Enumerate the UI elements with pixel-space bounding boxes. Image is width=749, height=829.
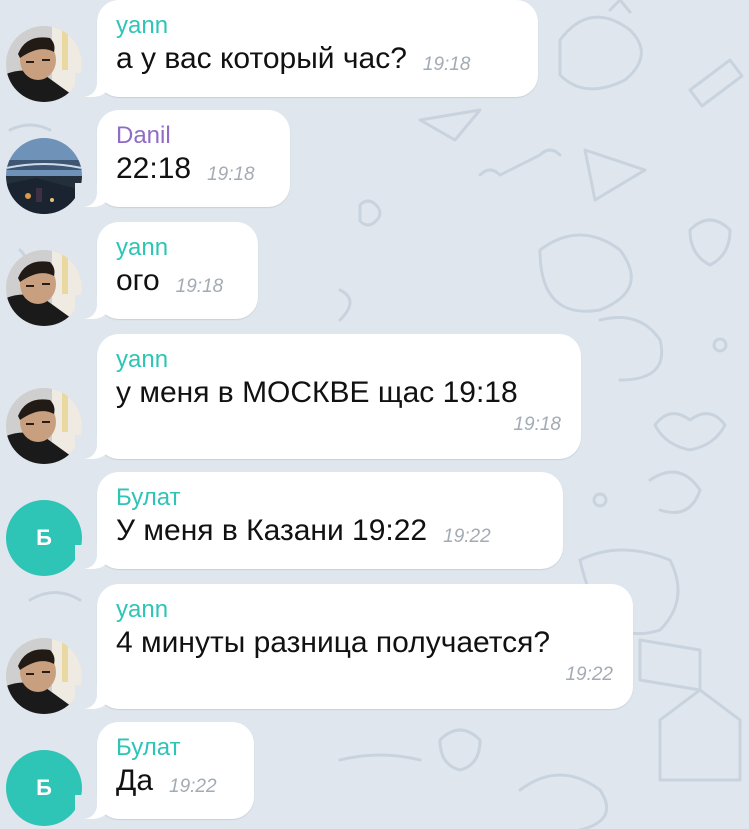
avatar-yann[interactable] xyxy=(6,638,82,714)
message-time: 19:18 xyxy=(513,414,561,435)
avatar-photo-icon xyxy=(6,138,82,214)
avatar-yann[interactable] xyxy=(6,388,82,464)
message-text: Да xyxy=(116,764,154,797)
sender-name[interactable]: Булат xyxy=(116,734,234,762)
sender-name[interactable]: yann xyxy=(116,596,613,624)
message-bubble[interactable]: Булат У меня в Казани 19:22 19:22 xyxy=(75,472,563,569)
message-time: 19:22 xyxy=(443,526,491,547)
message-bubble[interactable]: yann ого 19:18 xyxy=(75,222,258,319)
avatar-photo-icon xyxy=(6,388,82,464)
message-time: 19:22 xyxy=(565,664,613,685)
sender-name[interactable]: yann xyxy=(116,346,561,374)
message-text: 22:18 xyxy=(116,152,192,185)
sender-name[interactable]: yann xyxy=(116,234,238,262)
message-bubble[interactable]: yann 4 минуты разница получается? 19:22 xyxy=(75,584,633,709)
message-time: 19:18 xyxy=(422,54,471,75)
message-text: а у вас который час? xyxy=(116,42,407,75)
message-bubble[interactable]: Булат Да 19:22 xyxy=(75,722,254,819)
message-list[interactable]: yann а у вас который час? 19:18 Danil 22… xyxy=(0,0,749,829)
avatar-bulat[interactable]: Б xyxy=(6,750,82,826)
message-time: 19:18 xyxy=(207,164,255,185)
message-time: 19:18 xyxy=(175,276,224,297)
avatar-yann[interactable] xyxy=(6,26,82,102)
message-text: у меня в МОСКВЕ щас 19:18 xyxy=(116,376,518,409)
message-bubble[interactable]: Danil 22:18 19:18 xyxy=(75,110,290,207)
message-bubble[interactable]: yann а у вас который час? 19:18 xyxy=(75,0,538,97)
sender-name[interactable]: Булат xyxy=(116,484,543,512)
message-bubble[interactable]: yann у меня в МОСКВЕ щас 19:18 19:18 xyxy=(75,334,581,459)
message-time: 19:22 xyxy=(169,776,217,797)
message-text: У меня в Казани 19:22 xyxy=(116,514,428,547)
avatar-danil[interactable] xyxy=(6,138,82,214)
avatar-photo-icon xyxy=(6,250,82,326)
avatar-photo-icon xyxy=(6,638,82,714)
message-text: ого xyxy=(116,264,160,297)
sender-name[interactable]: yann xyxy=(116,12,518,40)
avatar-initial: Б xyxy=(36,775,52,800)
message-text: 4 минуты разница получается? xyxy=(116,626,551,659)
avatar-photo-icon xyxy=(6,26,82,102)
avatar-bulat[interactable]: Б xyxy=(6,500,82,576)
sender-name[interactable]: Danil xyxy=(116,122,270,150)
avatar-initial: Б xyxy=(36,525,52,550)
avatar-yann[interactable] xyxy=(6,250,82,326)
